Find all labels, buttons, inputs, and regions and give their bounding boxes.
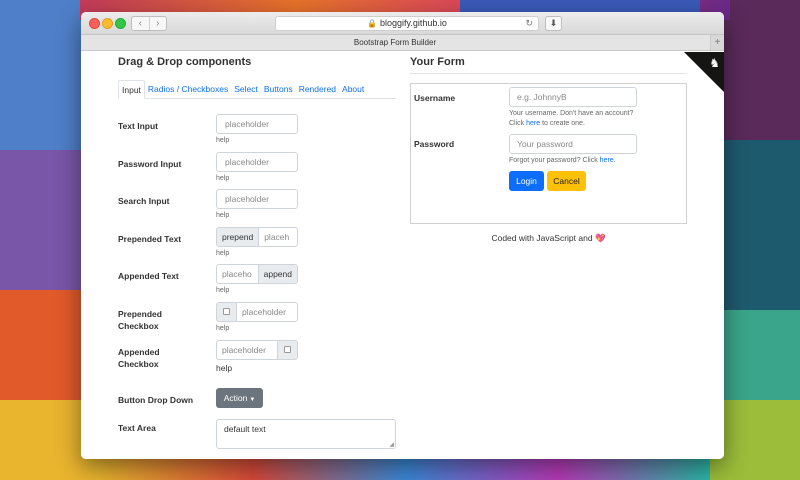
resize-grip-icon[interactable]: ◢ xyxy=(389,441,394,448)
download-icon[interactable]: ⬇ xyxy=(545,16,562,31)
search-input-label: Search Input xyxy=(118,196,170,206)
action-label: Action xyxy=(223,393,248,403)
appended-text-help: help xyxy=(216,287,230,294)
appended-text-label: Appended Text xyxy=(118,271,179,281)
reload-icon[interactable]: ↻ xyxy=(525,17,533,30)
component-tabs: Input Radios / Checkboxes Select Buttons… xyxy=(118,80,396,99)
action-dropdown-button[interactable]: Action ▼ xyxy=(216,388,263,408)
prepend-checkbox-addon xyxy=(217,303,237,321)
address-bar[interactable]: 🔒 bloggify.github.io ↻ xyxy=(275,16,539,31)
new-tab-icon[interactable]: + xyxy=(710,35,724,50)
prepended-text-help: help xyxy=(216,250,230,257)
prepended-checkbox-help: help xyxy=(216,325,230,332)
create-account-link[interactable]: here xyxy=(526,120,540,127)
forward-icon[interactable]: › xyxy=(148,17,167,30)
append-checkbox-addon xyxy=(277,341,297,359)
username-label: Username xyxy=(414,93,456,103)
password-help: Forgot your password? Click here. xyxy=(509,156,616,166)
tab-bar: Bootstrap Form Builder + xyxy=(81,35,724,51)
browser-window: ‹ › 🔒 bloggify.github.io ↻ ⬇ Bootstrap Fo… xyxy=(81,12,724,459)
username-input[interactable]: e.g. JohnnyB xyxy=(509,87,637,107)
text-input-label: Text Input xyxy=(118,121,158,131)
forgot-password-link[interactable]: here. xyxy=(600,157,616,164)
navigation-buttons: ‹ › xyxy=(131,16,167,31)
tab-radios-checkboxes[interactable]: Radios / Checkboxes xyxy=(145,80,231,98)
appended-text-field[interactable]: placeho xyxy=(217,265,258,283)
password-input-field[interactable]: placeholder xyxy=(216,152,298,172)
title-bar: ‹ › 🔒 bloggify.github.io ↻ ⬇ xyxy=(81,12,724,35)
password-input-help: help xyxy=(216,175,230,182)
text-input-field[interactable]: placeholder xyxy=(216,114,298,134)
prepended-text-group[interactable]: prepend placeh xyxy=(216,227,298,247)
prepended-checkbox-group[interactable]: placeholder xyxy=(216,302,298,322)
back-icon[interactable]: ‹ xyxy=(132,17,149,30)
prepended-checkbox-label: Prepended Checkbox xyxy=(118,309,162,331)
footer-credit: Coded with JavaScript and 💖 xyxy=(410,233,687,244)
minimize-window-button[interactable] xyxy=(102,18,113,29)
tab-about[interactable]: About xyxy=(339,80,367,98)
tab-input[interactable]: Input xyxy=(118,80,145,99)
heart-icon: 💖 xyxy=(594,233,606,243)
url-text: bloggify.github.io xyxy=(380,18,447,28)
append-addon: append xyxy=(257,265,297,283)
divider xyxy=(410,73,687,74)
password-input[interactable]: Your password xyxy=(509,134,637,154)
checkbox-icon[interactable] xyxy=(284,346,291,354)
appended-checkbox-label: Appended Checkbox xyxy=(118,347,160,369)
appended-checkbox-help: help xyxy=(216,363,233,373)
close-window-button[interactable] xyxy=(89,18,100,29)
text-area-field[interactable]: default text ◢ xyxy=(216,419,396,449)
appended-checkbox-group[interactable]: placeholder xyxy=(216,340,298,360)
tab-select[interactable]: Select xyxy=(231,80,261,98)
button-dropdown-label: Button Drop Down xyxy=(118,395,194,405)
lock-icon: 🔒 xyxy=(367,19,378,28)
components-title: Drag & Drop components xyxy=(118,56,252,68)
username-help-post: to create one. xyxy=(540,120,585,127)
page-content: Drag & Drop components Input Radios / Ch… xyxy=(81,52,724,459)
username-help-line2: Click here to create one. xyxy=(509,119,633,129)
form-preview[interactable]: Username e.g. JohnnyB Your username. Don… xyxy=(410,83,687,224)
prepended-text-field[interactable]: placeh xyxy=(259,228,297,246)
checkbox-icon[interactable] xyxy=(223,308,230,316)
password-help-pre: Forgot your password? Click xyxy=(509,157,600,164)
your-form-title: Your Form xyxy=(410,56,465,68)
github-octocat-icon[interactable]: ♞ xyxy=(709,56,720,70)
password-input-label: Password Input xyxy=(118,159,182,169)
username-help-pre: Click xyxy=(509,120,527,127)
appended-checkbox-field[interactable]: placeholder xyxy=(217,341,277,359)
footer-text: Coded with JavaScript and xyxy=(491,233,593,243)
login-button[interactable]: Login xyxy=(509,171,544,191)
prepend-addon: prepend xyxy=(217,228,260,246)
search-input-field[interactable]: placeholder xyxy=(216,189,298,209)
tab-title[interactable]: Bootstrap Form Builder xyxy=(81,35,709,51)
prepended-checkbox-field[interactable]: placeholder xyxy=(237,303,297,321)
prepended-text-label: Prepended Text xyxy=(118,234,182,244)
cancel-button[interactable]: Cancel xyxy=(547,171,586,191)
text-input-help: help xyxy=(216,137,230,144)
username-help: Your username. Don't have an account? Cl… xyxy=(509,109,633,129)
tab-buttons[interactable]: Buttons xyxy=(261,80,296,98)
search-input-help: help xyxy=(216,212,230,219)
text-area-label: Text Area xyxy=(118,423,156,433)
username-help-line1: Your username. Don't have an account? xyxy=(509,110,634,117)
appended-text-group[interactable]: placeho append xyxy=(216,264,298,284)
caret-down-icon: ▼ xyxy=(249,397,256,403)
tab-rendered[interactable]: Rendered xyxy=(296,80,339,98)
text-area-value: default text xyxy=(224,424,266,434)
password-label: Password xyxy=(414,139,455,149)
zoom-window-button[interactable] xyxy=(115,18,126,29)
